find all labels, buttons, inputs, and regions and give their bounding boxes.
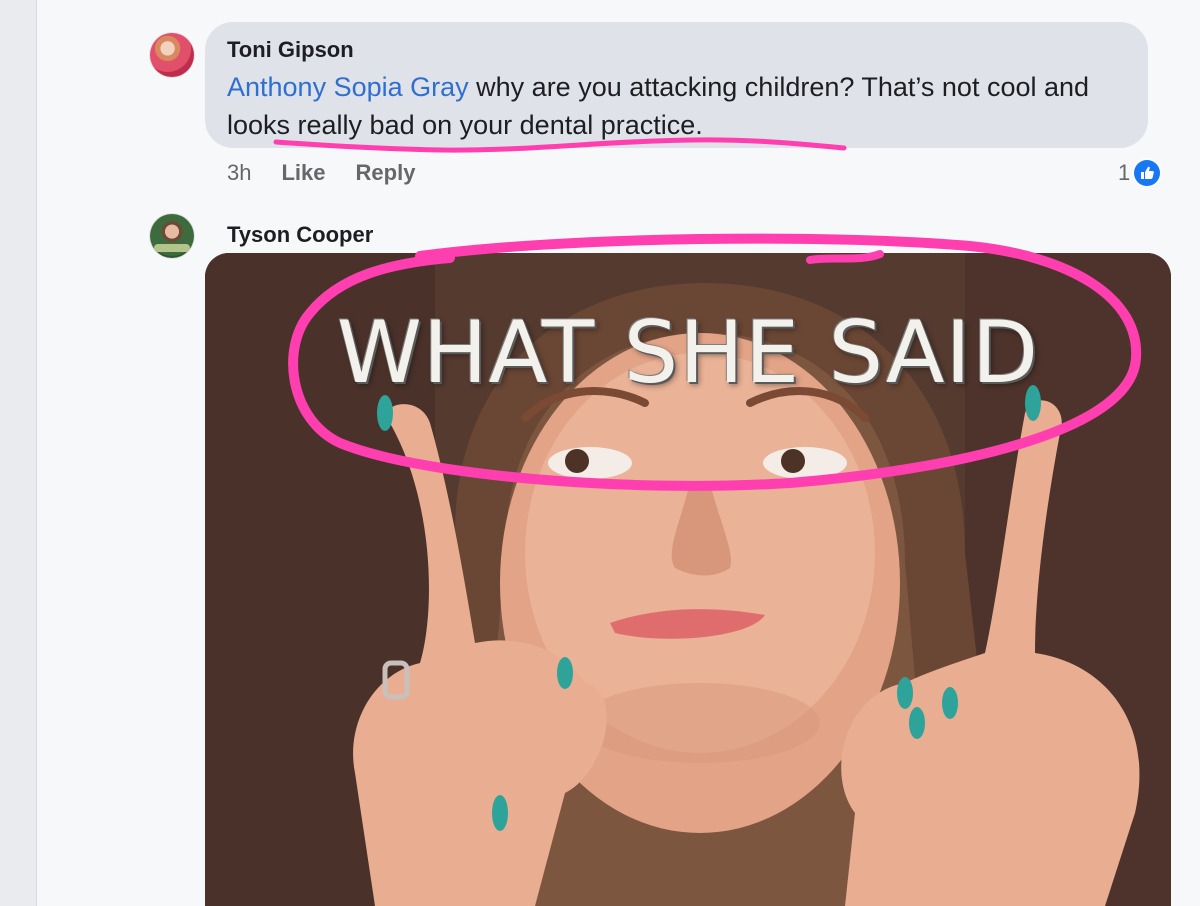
reaction-summary[interactable]: 1: [1118, 158, 1161, 188]
comment-timestamp[interactable]: 3h: [227, 160, 251, 186]
mention-link[interactable]: Anthony Sopia Gray: [227, 72, 469, 102]
pink-circle-annotation: [288, 233, 1142, 491]
screenshot: Toni Gipson Anthony Sopia Gray why are y…: [0, 0, 1200, 906]
thumbs-up-icon: [1134, 160, 1161, 186]
avatar[interactable]: [150, 214, 194, 258]
avatar[interactable]: [150, 33, 194, 77]
comment-actions: 3h Like Reply: [227, 158, 415, 188]
comment-author[interactable]: Toni Gipson: [227, 37, 354, 63]
reaction-count: 1: [1118, 160, 1131, 185]
reply-button[interactable]: Reply: [356, 160, 416, 186]
pink-underline-annotation: [273, 137, 847, 153]
left-rail: [0, 0, 37, 906]
like-button[interactable]: Like: [281, 160, 325, 186]
